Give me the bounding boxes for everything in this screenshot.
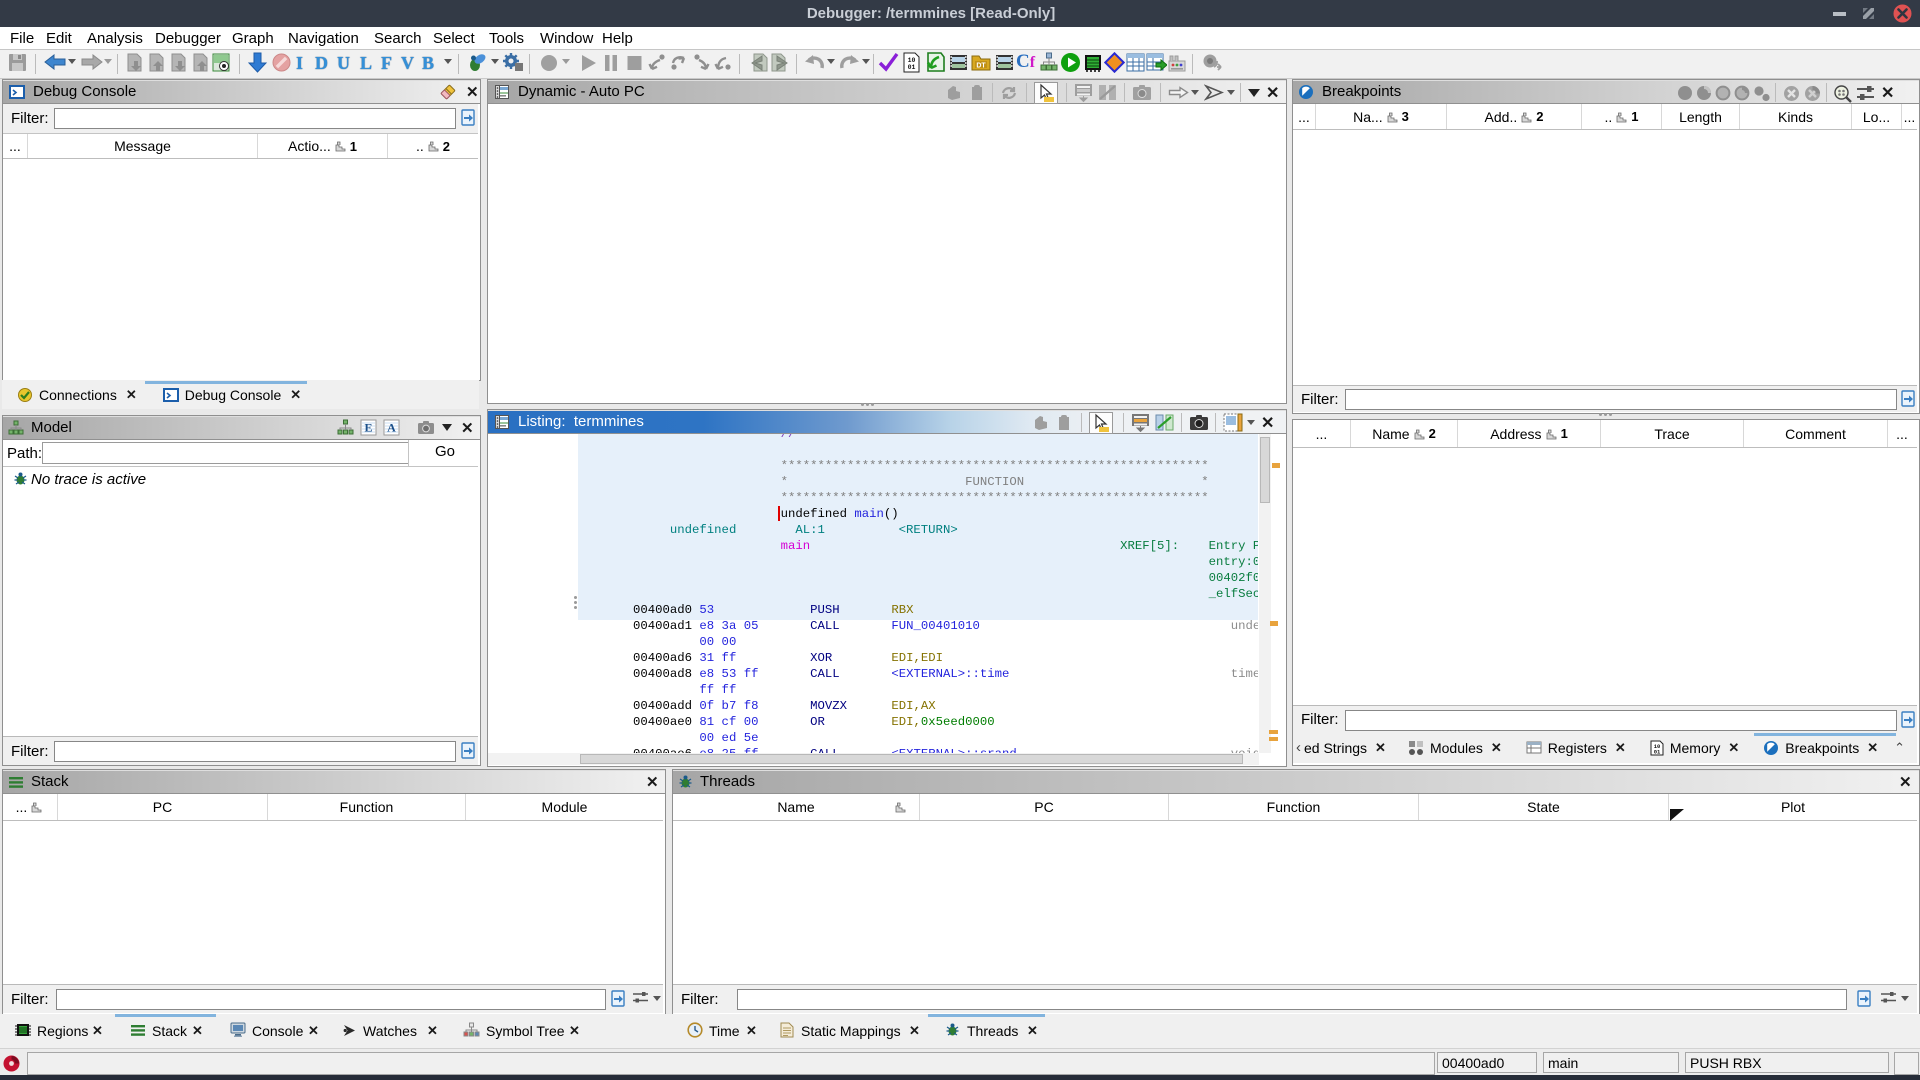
svg-text:E: E — [364, 421, 372, 435]
svg-text:10: 10 — [908, 57, 916, 64]
svg-text:01: 01 — [908, 64, 916, 71]
svg-text:01: 01 — [1654, 748, 1661, 755]
svg-text:A: A — [387, 421, 396, 435]
svg-text:DT: DT — [976, 63, 986, 70]
